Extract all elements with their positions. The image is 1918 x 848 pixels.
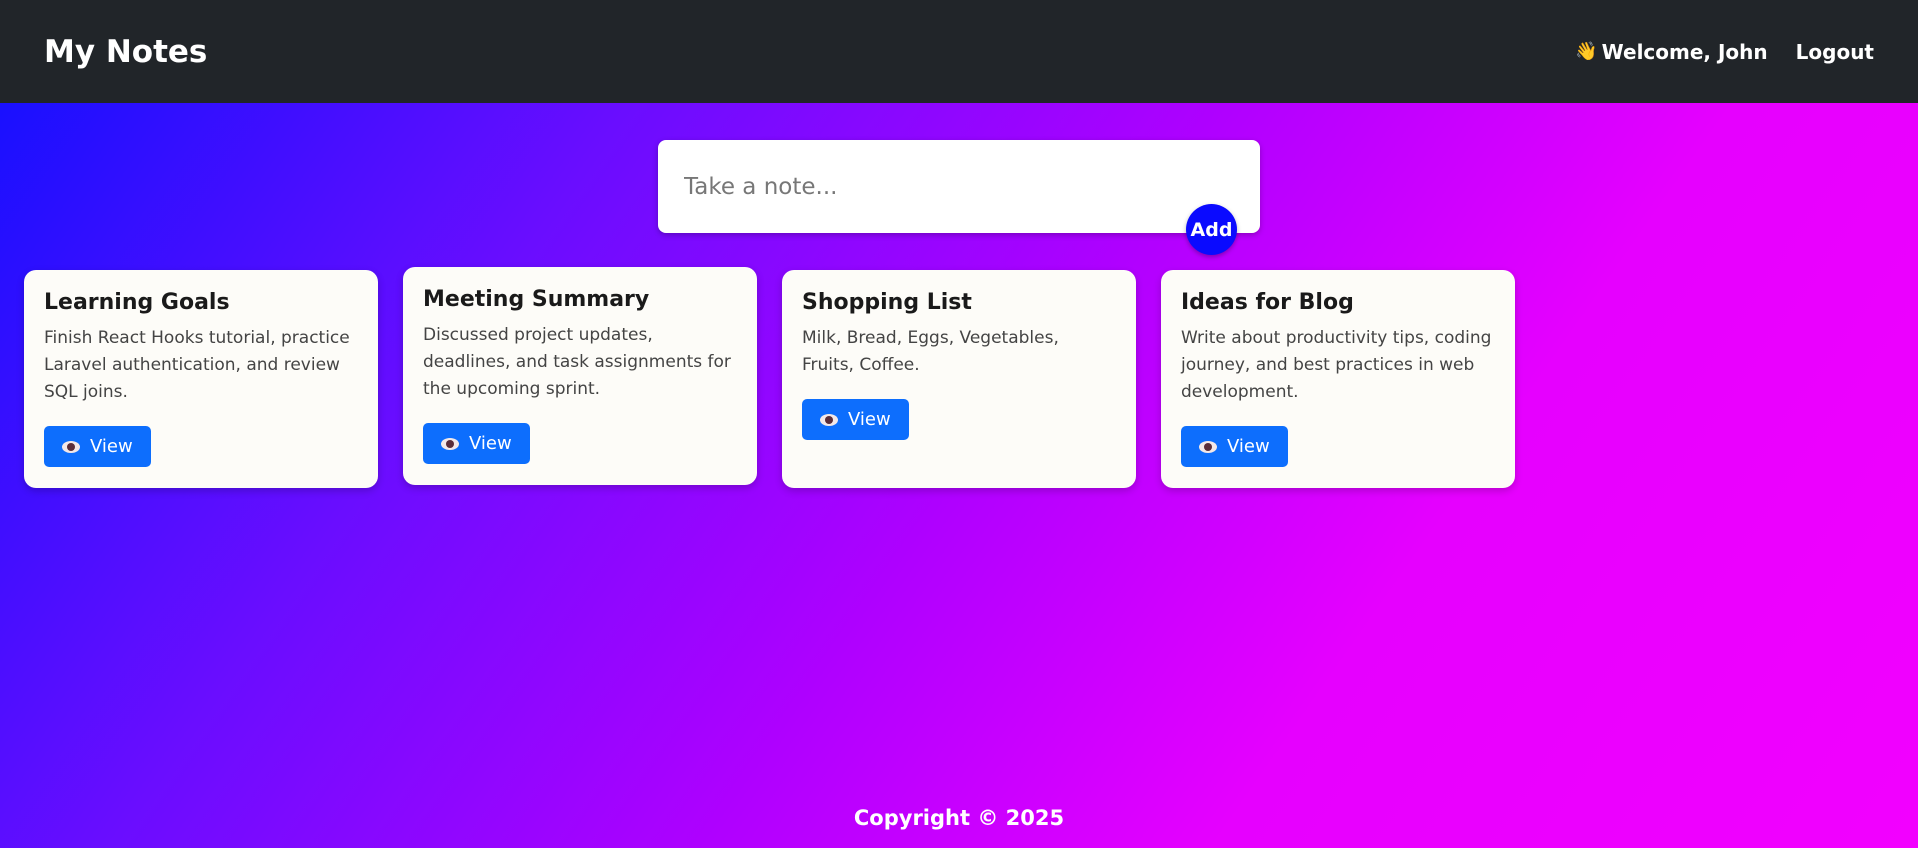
eye-icon [62, 440, 80, 453]
note-title: Shopping List [802, 290, 972, 315]
note-composer [658, 140, 1260, 233]
view-button-label: View [90, 436, 133, 457]
note-title: Learning Goals [44, 290, 230, 315]
note-card: Meeting Summary Discussed project update… [403, 267, 757, 485]
view-button[interactable]: View [44, 426, 151, 467]
view-button[interactable]: View [1181, 426, 1288, 467]
note-body: Milk, Bread, Eggs, Vegetables, Fruits, C… [802, 328, 1059, 375]
view-button[interactable]: View [423, 423, 530, 464]
add-button[interactable]: Add [1186, 204, 1237, 255]
nav-right: 👋 Welcome, John Logout [1575, 40, 1874, 64]
footer-copyright: Copyright © 2025 [853, 806, 1065, 830]
brand-title[interactable]: My Notes [44, 34, 207, 70]
waving-hand-icon: 👋 [1575, 41, 1598, 62]
note-card: Ideas for Blog Write about productivity … [1161, 270, 1515, 488]
navbar: My Notes 👋 Welcome, John Logout [0, 0, 1918, 103]
welcome-message: 👋 Welcome, John [1575, 40, 1767, 64]
eye-icon [1199, 440, 1217, 453]
note-card: Shopping List Milk, Bread, Eggs, Vegetab… [782, 270, 1136, 488]
view-button[interactable]: View [802, 399, 909, 440]
eye-icon [820, 413, 838, 426]
note-title: Meeting Summary [423, 287, 650, 312]
view-button-label: View [469, 433, 512, 454]
welcome-text: Welcome, John [1601, 39, 1768, 64]
note-body: Discussed project updates, deadlines, an… [423, 325, 731, 399]
note-body: Finish React Hooks tutorial, practice La… [44, 328, 350, 402]
view-button-label: View [1227, 436, 1270, 457]
view-button-label: View [848, 409, 891, 430]
note-body: Write about productivity tips, coding jo… [1181, 328, 1492, 402]
note-title: Ideas for Blog [1181, 290, 1354, 315]
eye-icon [441, 437, 459, 450]
logout-link[interactable]: Logout [1796, 40, 1874, 64]
note-card: Learning Goals Finish React Hooks tutori… [24, 270, 378, 488]
note-input[interactable] [684, 170, 1224, 204]
